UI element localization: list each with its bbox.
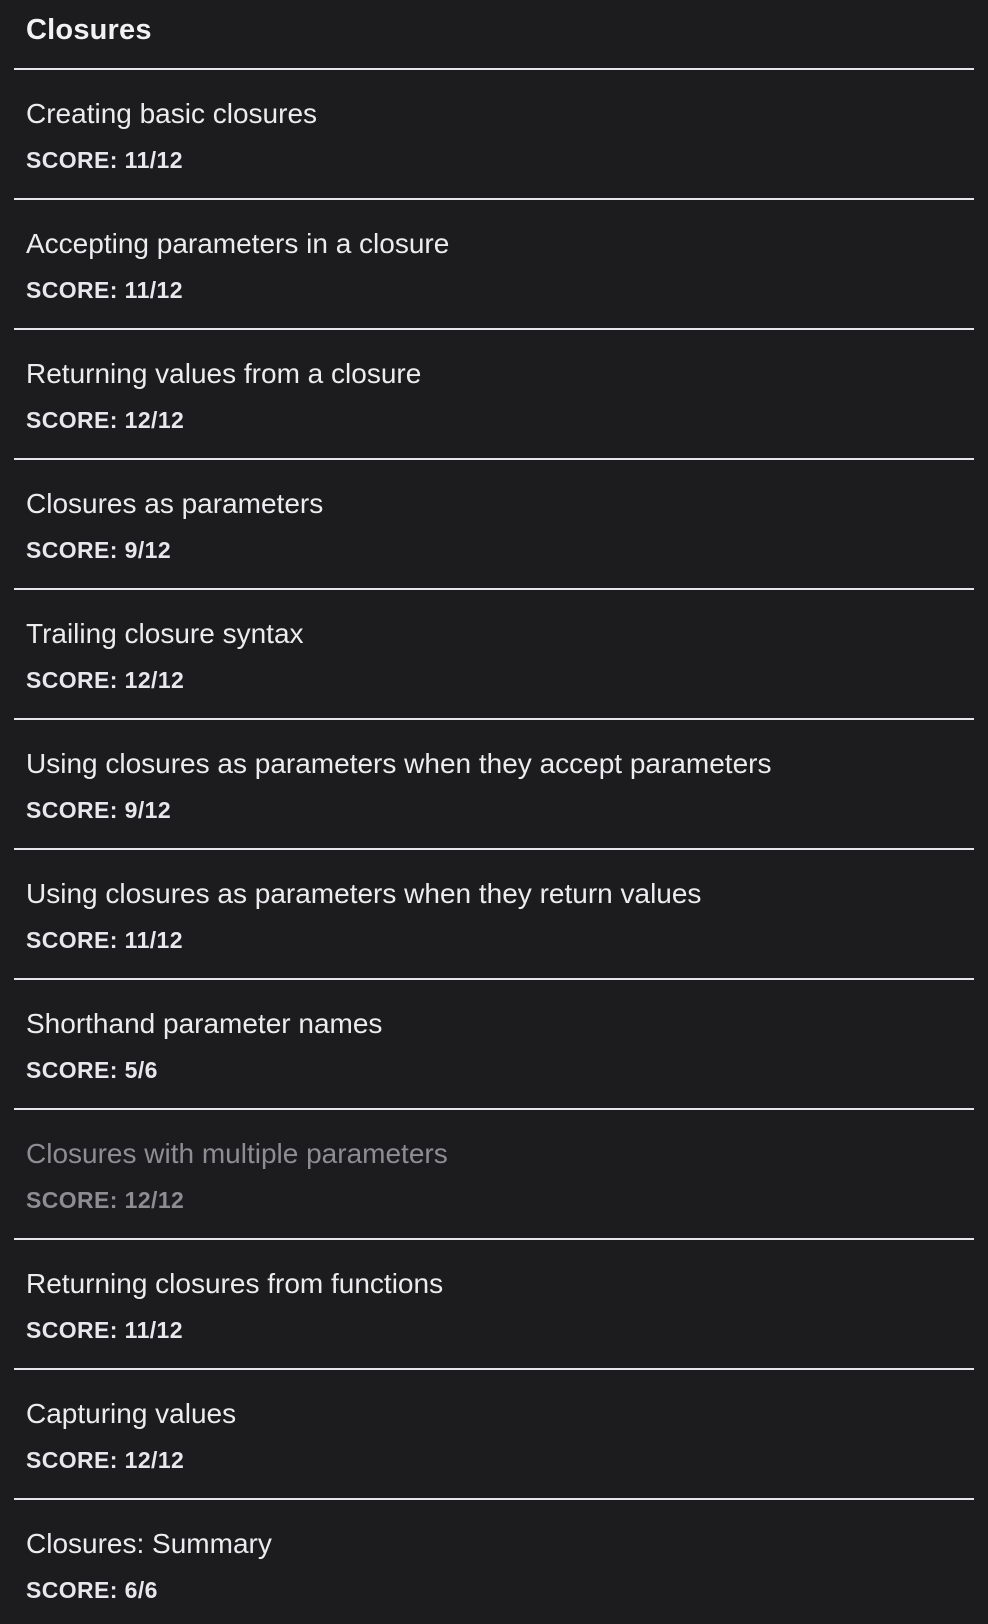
- lesson-score: SCORE: 12/12: [26, 667, 185, 693]
- list-item[interactable]: Capturing values SCORE: 12/12: [14, 1370, 974, 1500]
- lesson-score: SCORE: 11/12: [26, 1317, 183, 1343]
- lesson-title: Using closures as parameters when they r…: [26, 878, 702, 909]
- lesson-score: SCORE: 5/6: [26, 1057, 158, 1083]
- lesson-title: Accepting parameters in a closure: [26, 228, 450, 259]
- lesson-title: Returning closures from functions: [26, 1268, 444, 1299]
- lesson-title: Trailing closure syntax: [26, 618, 304, 649]
- section-title: Closures: [26, 13, 152, 46]
- lesson-title: Creating basic closures: [26, 98, 318, 129]
- lesson-title: Closures as parameters: [26, 488, 324, 519]
- lesson-score: SCORE: 11/12: [26, 927, 183, 953]
- lesson-list: Creating basic closures SCORE: 11/12 Acc…: [14, 70, 974, 1620]
- lesson-score: SCORE: 12/12: [26, 1187, 185, 1213]
- lesson-title: Closures: Summary: [26, 1528, 272, 1559]
- lesson-score: SCORE: 6/6: [26, 1577, 158, 1603]
- lesson-title: Closures with multiple parameters: [26, 1138, 448, 1169]
- lesson-score: SCORE: 9/12: [26, 537, 172, 563]
- list-item[interactable]: Returning closures from functions SCORE:…: [14, 1240, 974, 1370]
- lesson-list-screen: Closures Creating basic closures SCORE: …: [0, 0, 988, 1624]
- list-item[interactable]: Shorthand parameter names SCORE: 5/6: [14, 980, 974, 1110]
- lesson-score: SCORE: 12/12: [26, 407, 185, 433]
- list-item[interactable]: Closures with multiple parameters SCORE:…: [14, 1110, 974, 1240]
- list-item[interactable]: Accepting parameters in a closure SCORE:…: [14, 200, 974, 330]
- list-item[interactable]: Closures: Summary SCORE: 6/6: [14, 1500, 974, 1620]
- lesson-title: Returning values from a closure: [26, 358, 422, 389]
- lesson-title: Shorthand parameter names: [26, 1008, 383, 1039]
- lesson-title: Capturing values: [26, 1398, 237, 1429]
- lesson-score: SCORE: 11/12: [26, 147, 183, 173]
- list-item[interactable]: Using closures as parameters when they a…: [14, 720, 974, 850]
- list-item[interactable]: Returning values from a closure SCORE: 1…: [14, 330, 974, 460]
- lesson-score: SCORE: 11/12: [26, 277, 183, 303]
- list-item[interactable]: Closures as parameters SCORE: 9/12: [14, 460, 974, 590]
- list-item[interactable]: Trailing closure syntax SCORE: 12/12: [14, 590, 974, 720]
- lesson-title: Using closures as parameters when they a…: [26, 748, 772, 779]
- list-item[interactable]: Using closures as parameters when they r…: [14, 850, 974, 980]
- section-header: Closures: [14, 0, 974, 70]
- list-item[interactable]: Creating basic closures SCORE: 11/12: [14, 70, 974, 200]
- lesson-score: SCORE: 9/12: [26, 797, 172, 823]
- lesson-score: SCORE: 12/12: [26, 1447, 185, 1473]
